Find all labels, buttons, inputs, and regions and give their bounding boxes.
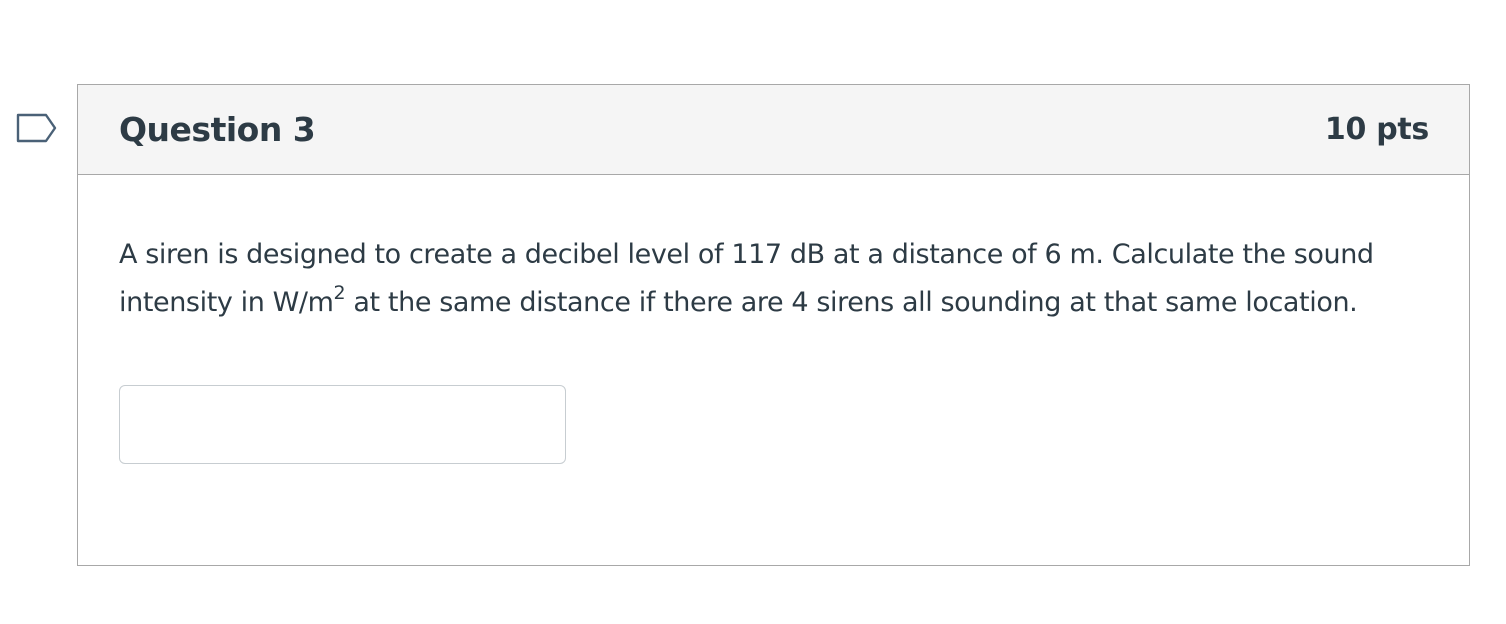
quiz-page: Question 3 10 pts A siren is designed to… <box>0 0 1506 624</box>
flag-question-icon[interactable] <box>16 113 58 143</box>
question-text-superscript: 2 <box>333 282 346 304</box>
question-header: Question 3 10 pts <box>78 85 1469 175</box>
question-text-part-2: at the same distance if there are 4 sire… <box>345 287 1358 318</box>
question-points: 10 pts <box>1324 112 1429 147</box>
question-title: Question 3 <box>119 110 316 149</box>
question-text: A siren is designed to create a decibel … <box>119 231 1419 327</box>
answer-input[interactable] <box>119 385 566 464</box>
question-card: Question 3 10 pts A siren is designed to… <box>77 84 1470 566</box>
question-body: A siren is designed to create a decibel … <box>78 175 1469 464</box>
